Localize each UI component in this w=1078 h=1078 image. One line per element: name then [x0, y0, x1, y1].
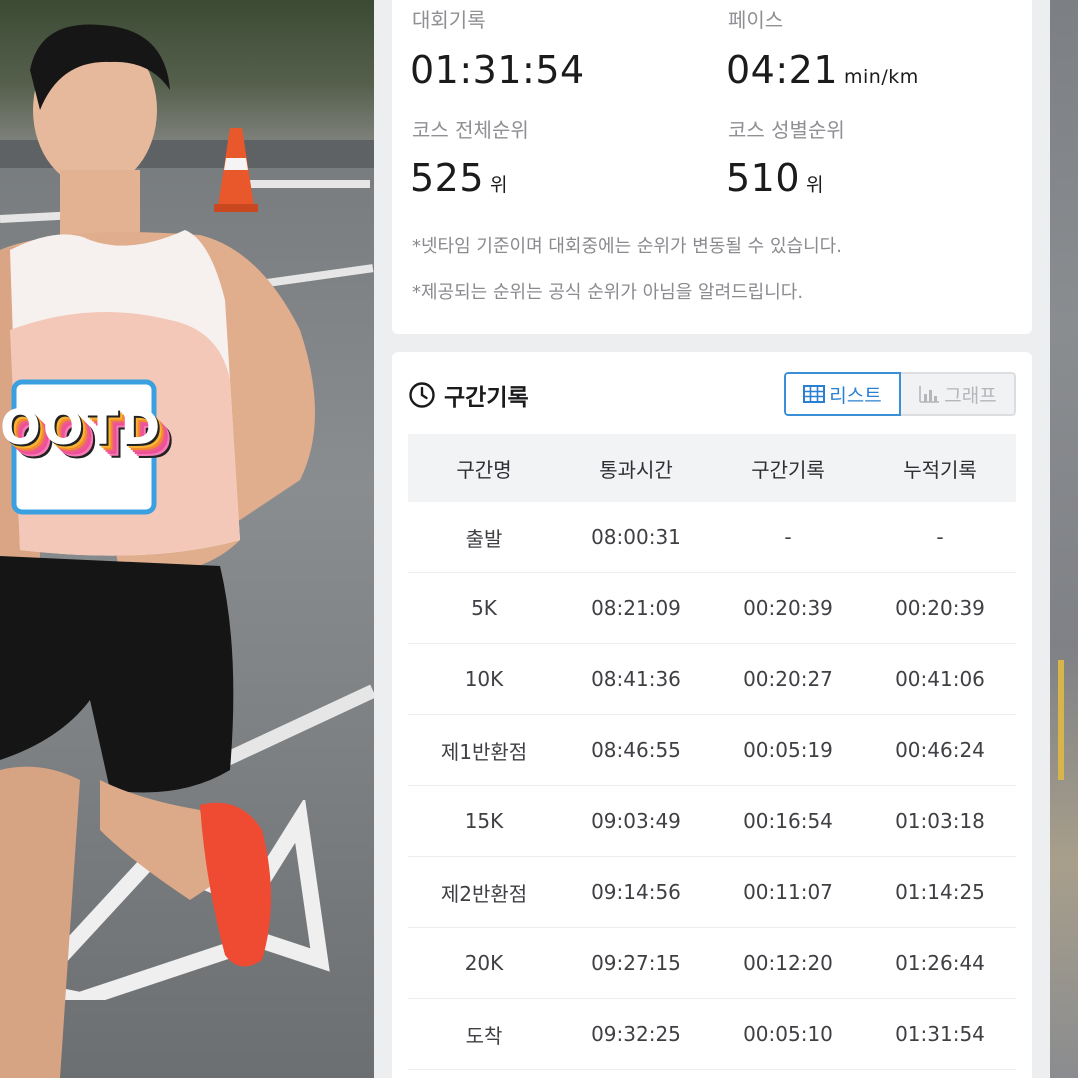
section-name: 제1반환점	[440, 739, 528, 764]
pass-time: 08:41:36	[591, 667, 681, 691]
section-name: 5K	[471, 596, 497, 620]
cumulative-time: 00:41:06	[895, 667, 985, 691]
table-row: 15K 09:03:49 00:16:54 01:03:18	[408, 786, 1016, 857]
table-row: 20K 09:27:15 00:12:20 01:26:44	[408, 928, 1016, 999]
split-time: 00:20:27	[743, 667, 833, 691]
gender-rank-unit: 위	[806, 174, 825, 196]
cumulative-time: 01:26:44	[895, 951, 985, 975]
table-row: 출발 08:00:31 - -	[408, 502, 1016, 573]
table-row: 제2반환점 09:14:56 00:11:07 01:14:25	[408, 857, 1016, 928]
table-row: 5K 08:21:09 00:20:39 00:20:39	[408, 573, 1016, 644]
splits-header: 구간기록	[408, 378, 529, 412]
split-time: -	[784, 525, 792, 549]
column-header-pass-time: 통과시간	[599, 457, 673, 482]
split-time: 00:16:54	[743, 809, 833, 833]
graph-view-label: 그래프	[944, 384, 997, 407]
record-value: 01:31:54	[410, 48, 585, 92]
list-view-button[interactable]: 리스트	[784, 372, 901, 416]
pass-time: 09:03:49	[591, 809, 681, 833]
overall-rank-label: 코스 전체순위	[412, 118, 529, 142]
pass-time: 09:32:25	[591, 1022, 681, 1046]
split-time: 00:05:10	[743, 1022, 833, 1046]
overall-rank-unit: 위	[490, 174, 509, 196]
pass-time: 09:14:56	[591, 880, 681, 904]
table-row: 10K 08:41:36 00:20:27 00:41:06	[408, 644, 1016, 715]
runner-photo: OOTD	[0, 0, 374, 1078]
section-name: 도착	[465, 1023, 503, 1048]
splits-card: 구간기록 리스트 그래프 구간명 통과시간 구간기록 누적기록 출발 08:00…	[392, 352, 1032, 1078]
pace-unit: min/km	[844, 66, 919, 88]
overall-rank-value: 525 위	[410, 156, 509, 200]
gender-rank-label: 코스 성별순위	[728, 118, 845, 142]
pass-time: 08:00:31	[591, 525, 681, 549]
section-name: 20K	[464, 951, 504, 975]
pass-time: 08:46:55	[591, 738, 681, 762]
split-time: 00:12:20	[743, 951, 833, 975]
nettime-note: *넷타임 기준이며 대회중에는 순위가 변동될 수 있습니다.	[412, 236, 842, 257]
cumulative-time: -	[936, 525, 944, 549]
pass-time: 08:21:09	[591, 596, 681, 620]
pace-value: 04:21 min/km	[726, 48, 919, 92]
split-time: 00:11:07	[743, 880, 833, 904]
section-name: 출발	[465, 526, 503, 551]
column-header-section: 구간명	[456, 457, 512, 482]
pace-label: 페이스	[728, 8, 784, 32]
pass-time: 09:27:15	[591, 951, 681, 975]
column-header-cumulative: 누적기록	[903, 457, 977, 482]
result-panel: 대회기록 01:31:54 페이스 04:21 min/km 코스 전체순위 52…	[374, 0, 1050, 1078]
table-header: 구간명 통과시간 구간기록 누적기록	[408, 434, 1016, 502]
list-view-label: 리스트	[829, 384, 882, 407]
section-name: 10K	[464, 667, 504, 691]
cumulative-time: 00:20:39	[895, 596, 985, 620]
table-row: 제1반환점 08:46:55 00:05:19 00:46:24	[408, 715, 1016, 786]
clock-icon	[409, 382, 435, 408]
runner-figure	[0, 24, 315, 1078]
table-icon	[803, 385, 826, 403]
bar-chart-icon	[919, 386, 940, 403]
road-yellow-line	[1058, 660, 1064, 780]
cumulative-time: 01:03:18	[895, 809, 985, 833]
split-time: 00:20:39	[743, 596, 833, 620]
gender-rank-value: 510 위	[726, 156, 825, 200]
cumulative-time: 00:46:24	[895, 738, 985, 762]
ootd-sticker: OOTD	[0, 400, 163, 456]
section-name: 제2반환점	[440, 881, 528, 906]
record-label: 대회기록	[412, 8, 486, 32]
view-toggle: 리스트 그래프	[784, 372, 1016, 416]
column-header-split: 구간기록	[751, 457, 825, 482]
splits-table: 구간명 통과시간 구간기록 누적기록 출발 08:00:31 - - 5K 08…	[408, 434, 1016, 1070]
unofficial-rank-note: *제공되는 순위는 공식 순위가 아님을 알려드립니다.	[412, 282, 804, 303]
background-photo-strip	[1050, 0, 1078, 1078]
split-time: 00:05:19	[743, 738, 833, 762]
section-name: 15K	[464, 809, 504, 833]
cumulative-time: 01:31:54	[895, 1022, 985, 1046]
cumulative-time: 01:14:25	[895, 880, 985, 904]
table-row: 도착 09:32:25 00:05:10 01:31:54	[408, 999, 1016, 1070]
splits-title: 구간기록	[444, 385, 529, 411]
summary-card: 대회기록 01:31:54 페이스 04:21 min/km 코스 전체순위 52…	[392, 0, 1032, 334]
graph-view-button[interactable]: 그래프	[901, 372, 1016, 416]
